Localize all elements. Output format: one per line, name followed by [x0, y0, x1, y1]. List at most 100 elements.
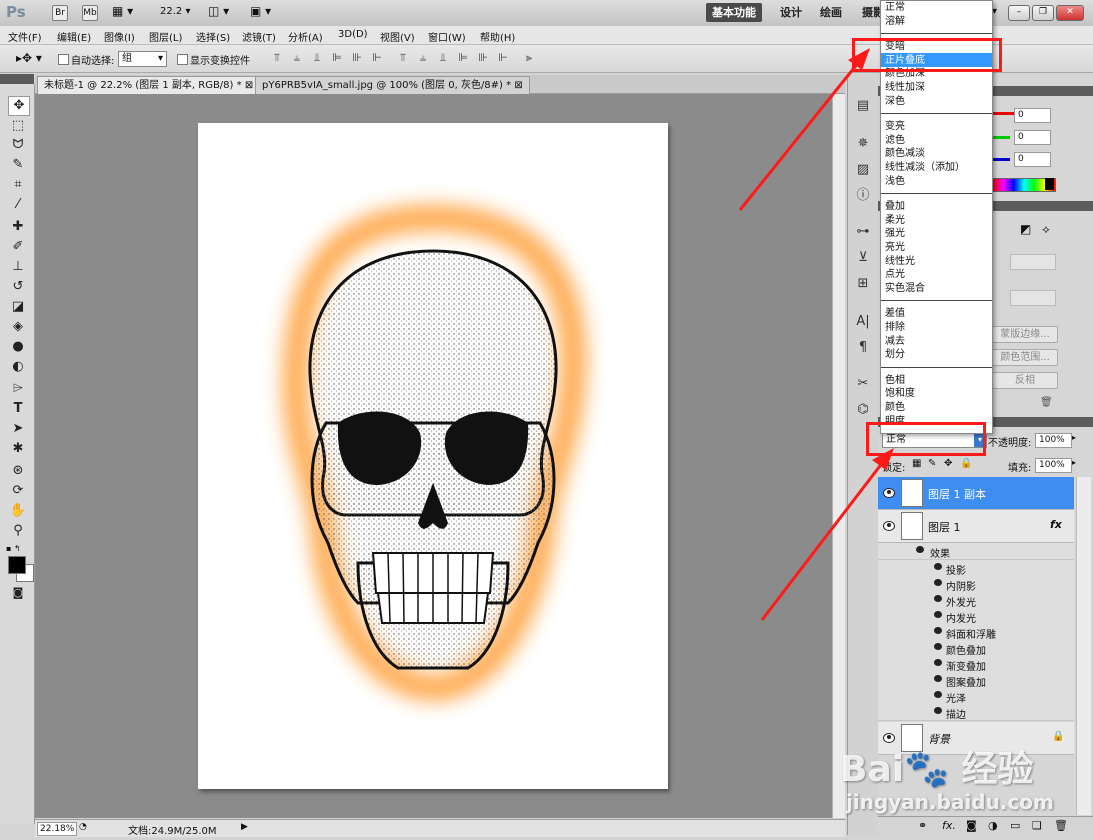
effect-row[interactable]: 投影 [878, 560, 1074, 577]
blend-option[interactable]: 亮光 [885, 241, 905, 254]
dodge-tool-icon[interactable]: ◐ [8, 358, 28, 376]
align-left-icon[interactable]: ⊫ [330, 51, 344, 65]
status-info-icon[interactable]: ◔ [79, 822, 87, 832]
blend-option[interactable]: 划分 [885, 348, 905, 361]
tool-presets-panel-icon[interactable]: ⊞ [854, 275, 872, 293]
lock-all-icon[interactable]: 🔒 [960, 458, 972, 469]
auto-align-icon[interactable]: ⫸ [522, 51, 536, 65]
effect-row[interactable]: 渐变叠加 [878, 656, 1074, 673]
align-vcenter-icon[interactable]: ⫨ [290, 51, 304, 65]
brush-tool-icon[interactable]: ✐ [8, 238, 28, 256]
align-bottom-icon[interactable]: ⫫ [310, 51, 324, 65]
lock-position-icon[interactable]: ✥ [944, 458, 952, 469]
effects-group-row[interactable]: 效果 [878, 543, 1074, 560]
menu-window[interactable]: 窗口(W) [428, 29, 466, 44]
new-group-icon[interactable]: ▭ [1010, 819, 1020, 832]
character-panel-icon[interactable]: A| [854, 313, 872, 331]
layer-row-1[interactable]: 图层 1 fx [878, 510, 1074, 543]
green-value-field[interactable]: 0 [1014, 130, 1051, 145]
effect-eye-icon[interactable] [934, 659, 942, 666]
3d-panel-icon[interactable]: ⌬ [854, 401, 872, 419]
menu-file[interactable]: 文件(F) [8, 29, 42, 44]
blend-option[interactable]: 正常 [885, 1, 905, 14]
blend-option[interactable]: 线性加深 [885, 81, 925, 94]
move-tool-preset-icon[interactable]: ▸✥ ▾ [16, 51, 42, 65]
restore-icon[interactable]: ❐ [1032, 5, 1054, 21]
paragraph-panel-icon[interactable]: ¶ [854, 339, 872, 357]
effect-row[interactable]: 描边 [878, 704, 1074, 721]
align-top-icon[interactable]: ⫪ [270, 51, 284, 65]
menu-select[interactable]: 选择(S) [196, 29, 230, 44]
menu-layer[interactable]: 图层(L) [149, 29, 182, 44]
fill-slider-arrow-icon[interactable]: ▸ [1072, 458, 1076, 467]
move-tool-icon[interactable]: ✥ [8, 96, 30, 116]
pen-tool-icon[interactable]: ⌲ [8, 380, 28, 398]
red-value-field[interactable]: 0 [1014, 108, 1051, 123]
auto-select-dropdown[interactable]: 组 ▾ [118, 51, 167, 67]
blend-option[interactable]: 点光 [885, 268, 905, 281]
blend-option[interactable]: 浅色 [885, 175, 905, 188]
3d-rotate-tool-icon[interactable]: ⊛ [8, 462, 28, 480]
animation-panel-icon[interactable]: ✂ [854, 375, 872, 393]
menu-edit[interactable]: 编辑(E) [57, 29, 91, 44]
distribute-vcenter-icon[interactable]: ⫨ [416, 51, 430, 65]
opacity-slider-arrow-icon[interactable]: ▸ [1072, 433, 1076, 442]
layers-scrollbar[interactable] [1076, 477, 1091, 815]
status-menu-arrow-icon[interactable]: ▶ [241, 822, 248, 832]
blend-option[interactable]: 颜色减淡 [885, 147, 925, 160]
distribute-left-icon[interactable]: ⊫ [456, 51, 470, 65]
layer-fx-icon[interactable]: fx [1050, 518, 1062, 531]
hand-tool-icon[interactable]: ✋ [8, 502, 28, 520]
align-right-icon[interactable]: ⊩ [370, 51, 384, 65]
eyedropper-tool-icon[interactable]: ⁄ [8, 196, 28, 214]
effect-eye-icon[interactable] [934, 611, 942, 618]
workspace-painting[interactable]: 绘画 [814, 3, 848, 22]
auto-select-checkbox[interactable] [58, 54, 69, 65]
effect-row[interactable]: 颜色叠加 [878, 640, 1074, 657]
blend-option[interactable]: 实色混合 [885, 282, 925, 295]
blend-option[interactable]: 柔光 [885, 214, 905, 227]
navigator-panel-icon[interactable]: ✵ [854, 135, 872, 153]
blur-tool-icon[interactable]: ● [8, 338, 28, 356]
fill-field[interactable]: 100% [1035, 458, 1072, 473]
tools-panel-header[interactable] [0, 74, 34, 84]
opacity-field[interactable]: 100% [1035, 433, 1072, 448]
clone-source-panel-icon[interactable]: ⊻ [854, 249, 872, 267]
swap-colors-icon[interactable]: ▪ ↰ [6, 544, 21, 553]
add-style-icon[interactable]: fx. [942, 819, 956, 832]
auto-select-option[interactable]: 自动选择: [58, 52, 114, 67]
effect-row[interactable]: 内阴影 [878, 576, 1074, 593]
effect-eye-icon[interactable] [934, 675, 942, 682]
foreground-color-swatch[interactable] [8, 556, 26, 574]
blend-option[interactable]: 减去 [885, 335, 905, 348]
menu-analysis[interactable]: 分析(A) [288, 29, 323, 44]
tab-close-icon[interactable]: ⊠ [514, 80, 522, 91]
effect-row[interactable]: 斜面和浮雕 [878, 624, 1074, 641]
color-ramp-black[interactable] [1045, 178, 1054, 190]
delete-layer-icon[interactable]: 🗑 [1054, 819, 1068, 832]
menu-help[interactable]: 帮助(H) [480, 29, 515, 44]
zoom-tool-icon[interactable]: ⚲ [8, 522, 28, 540]
marquee-tool-icon[interactable]: ⬚ [8, 117, 28, 135]
view-extras-icon[interactable]: ▦ ▾ [112, 4, 133, 18]
effect-eye-icon[interactable] [934, 707, 942, 714]
blend-option[interactable]: 差值 [885, 307, 905, 320]
show-transform-checkbox[interactable] [177, 54, 188, 65]
path-select-tool-icon[interactable]: ➤ [8, 420, 28, 438]
clone-stamp-tool-icon[interactable]: ⊥ [8, 258, 28, 276]
visibility-eye-icon[interactable] [883, 521, 895, 531]
canvas-area[interactable] [35, 94, 832, 818]
zoom-level[interactable]: 22.2 ▾ [160, 6, 190, 17]
effect-eye-icon[interactable] [934, 563, 942, 570]
effect-eye-icon[interactable] [934, 579, 942, 586]
arrange-documents-icon[interactable]: ◫ ▾ [208, 4, 229, 18]
workspace-design[interactable]: 设计 [774, 3, 808, 22]
healing-brush-tool-icon[interactable]: ✚ [8, 218, 28, 236]
new-layer-icon[interactable]: ❏ [1032, 819, 1042, 832]
lasso-tool-icon[interactable]: ᗢ [8, 136, 28, 154]
effect-row[interactable]: 光泽 [878, 688, 1074, 705]
blend-option[interactable]: 滤色 [885, 134, 905, 147]
history-brush-tool-icon[interactable]: ↺ [8, 278, 28, 296]
effect-eye-icon[interactable] [934, 643, 942, 650]
color-range-button[interactable]: 颜色范围... [992, 349, 1058, 366]
